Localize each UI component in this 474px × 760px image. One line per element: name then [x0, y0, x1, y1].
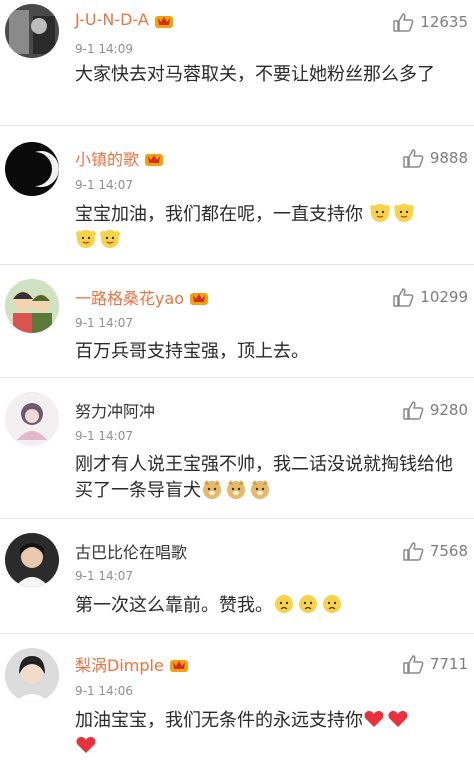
- username[interactable]: 小镇的歌: [75, 146, 164, 170]
- username-text[interactable]: 小镇的歌: [75, 146, 139, 170]
- avatar[interactable]: [5, 648, 59, 702]
- username[interactable]: 一路格桑花yao: [75, 285, 209, 309]
- comment-time: 9-1 14:07: [75, 429, 133, 443]
- avatar[interactable]: [5, 533, 59, 587]
- comment-feed: J-U-N-D-A 9-1 14:09 大家快去对马蓉取关，不要让她粉丝那么多了…: [0, 0, 474, 753]
- like-button[interactable]: 9888: [402, 148, 468, 168]
- cute-face-icon: [369, 204, 390, 222]
- heart-icon: [364, 711, 384, 727]
- sad-face-icon: [299, 595, 317, 613]
- thumbs-up-icon: [403, 542, 424, 561]
- comment-item: 努力冲阿冲 9-1 14:07 刚才有人说王宝强不帅，我二话没说就掏钱给他买了一…: [0, 378, 474, 519]
- username[interactable]: J-U-N-D-A: [75, 10, 173, 29]
- like-count: 7711: [429, 655, 468, 673]
- doge-icon: [203, 480, 221, 499]
- like-button[interactable]: 12635: [392, 12, 468, 32]
- like-button[interactable]: 7711: [402, 654, 468, 674]
- comment-text: 百万兵哥支持宝强，顶上去。: [75, 341, 309, 362]
- like-count: 10299: [420, 288, 468, 306]
- comment-item: 小镇的歌 9-1 14:07 宝宝加油，我们都在呢，一直支持你 9888: [0, 126, 474, 265]
- username[interactable]: 梨涡Dimple: [75, 652, 188, 676]
- comment-text: 宝宝加油，我们都在呢，一直支持你: [75, 202, 470, 254]
- sad-face-icon: [275, 595, 293, 613]
- like-button[interactable]: 9280: [402, 400, 468, 420]
- like-count: 9280: [429, 401, 468, 419]
- comment-item: 古巴比伦在唱歌 9-1 14:07 第一次这么靠前。赞我。 7568: [0, 519, 474, 634]
- like-button[interactable]: 10299: [392, 287, 468, 307]
- username-text[interactable]: 古巴比伦在唱歌: [75, 539, 187, 563]
- like-count: 9888: [429, 149, 468, 167]
- comment-time: 9-1 14:09: [75, 42, 133, 56]
- thumbs-up-icon: [403, 655, 424, 674]
- comment-item: J-U-N-D-A 9-1 14:09 大家快去对马蓉取关，不要让她粉丝那么多了…: [0, 0, 474, 126]
- avatar[interactable]: [5, 279, 59, 333]
- cute-face-icon: [393, 204, 414, 222]
- username-text[interactable]: 一路格桑花yao: [75, 285, 184, 309]
- doge-icon: [251, 480, 269, 499]
- like-button[interactable]: 7568: [402, 541, 468, 561]
- vip-crown-icon: [190, 293, 209, 305]
- thumbs-up-icon: [403, 401, 424, 420]
- doge-icon: [227, 480, 245, 499]
- thumbs-up-icon: [393, 288, 414, 307]
- thumbs-up-icon: [393, 13, 414, 32]
- heart-icon: [388, 711, 408, 727]
- username-text[interactable]: 梨涡Dimple: [75, 652, 164, 676]
- avatar[interactable]: [5, 392, 59, 446]
- comment-item: 一路格桑花yao 9-1 14:07 百万兵哥支持宝强，顶上去。 10299: [0, 265, 474, 378]
- thumbs-up-icon: [403, 149, 424, 168]
- username-text[interactable]: 努力冲阿冲: [75, 398, 155, 422]
- comment-time: 9-1 14:07: [75, 316, 133, 330]
- cute-face-icon: [76, 230, 96, 248]
- username-text[interactable]: J-U-N-D-A: [75, 10, 149, 29]
- comment-text: 第一次这么靠前。赞我。: [75, 593, 470, 619]
- avatar[interactable]: [5, 4, 59, 58]
- username[interactable]: 努力冲阿冲: [75, 398, 155, 422]
- avatar[interactable]: [5, 142, 59, 196]
- comment-text: 加油宝宝，我们无条件的永远支持你: [75, 708, 470, 760]
- comment-item: 梨涡Dimple 9-1 14:06 加油宝宝，我们无条件的永远支持你 7711: [0, 634, 474, 753]
- heart-icon: [76, 737, 96, 753]
- comment-time: 9-1 14:07: [75, 178, 133, 192]
- like-count: 7568: [429, 542, 468, 560]
- username[interactable]: 古巴比伦在唱歌: [75, 539, 187, 563]
- vip-crown-icon: [154, 15, 173, 28]
- comment-text: 刚才有人说王宝强不帅，我二话没说就掏钱给他买了一条导盲犬: [75, 454, 453, 501]
- comment-time: 9-1 14:07: [75, 569, 133, 583]
- comment-time: 9-1 14:06: [75, 684, 133, 698]
- comment-text: 大家快去对马蓉取关，不要让她粉丝那么多了: [75, 64, 435, 85]
- sad-face-icon: [323, 595, 341, 613]
- cute-face-icon: [100, 230, 120, 248]
- like-count: 12635: [420, 13, 468, 31]
- vip-crown-icon: [145, 154, 164, 166]
- vip-crown-icon: [169, 660, 188, 672]
